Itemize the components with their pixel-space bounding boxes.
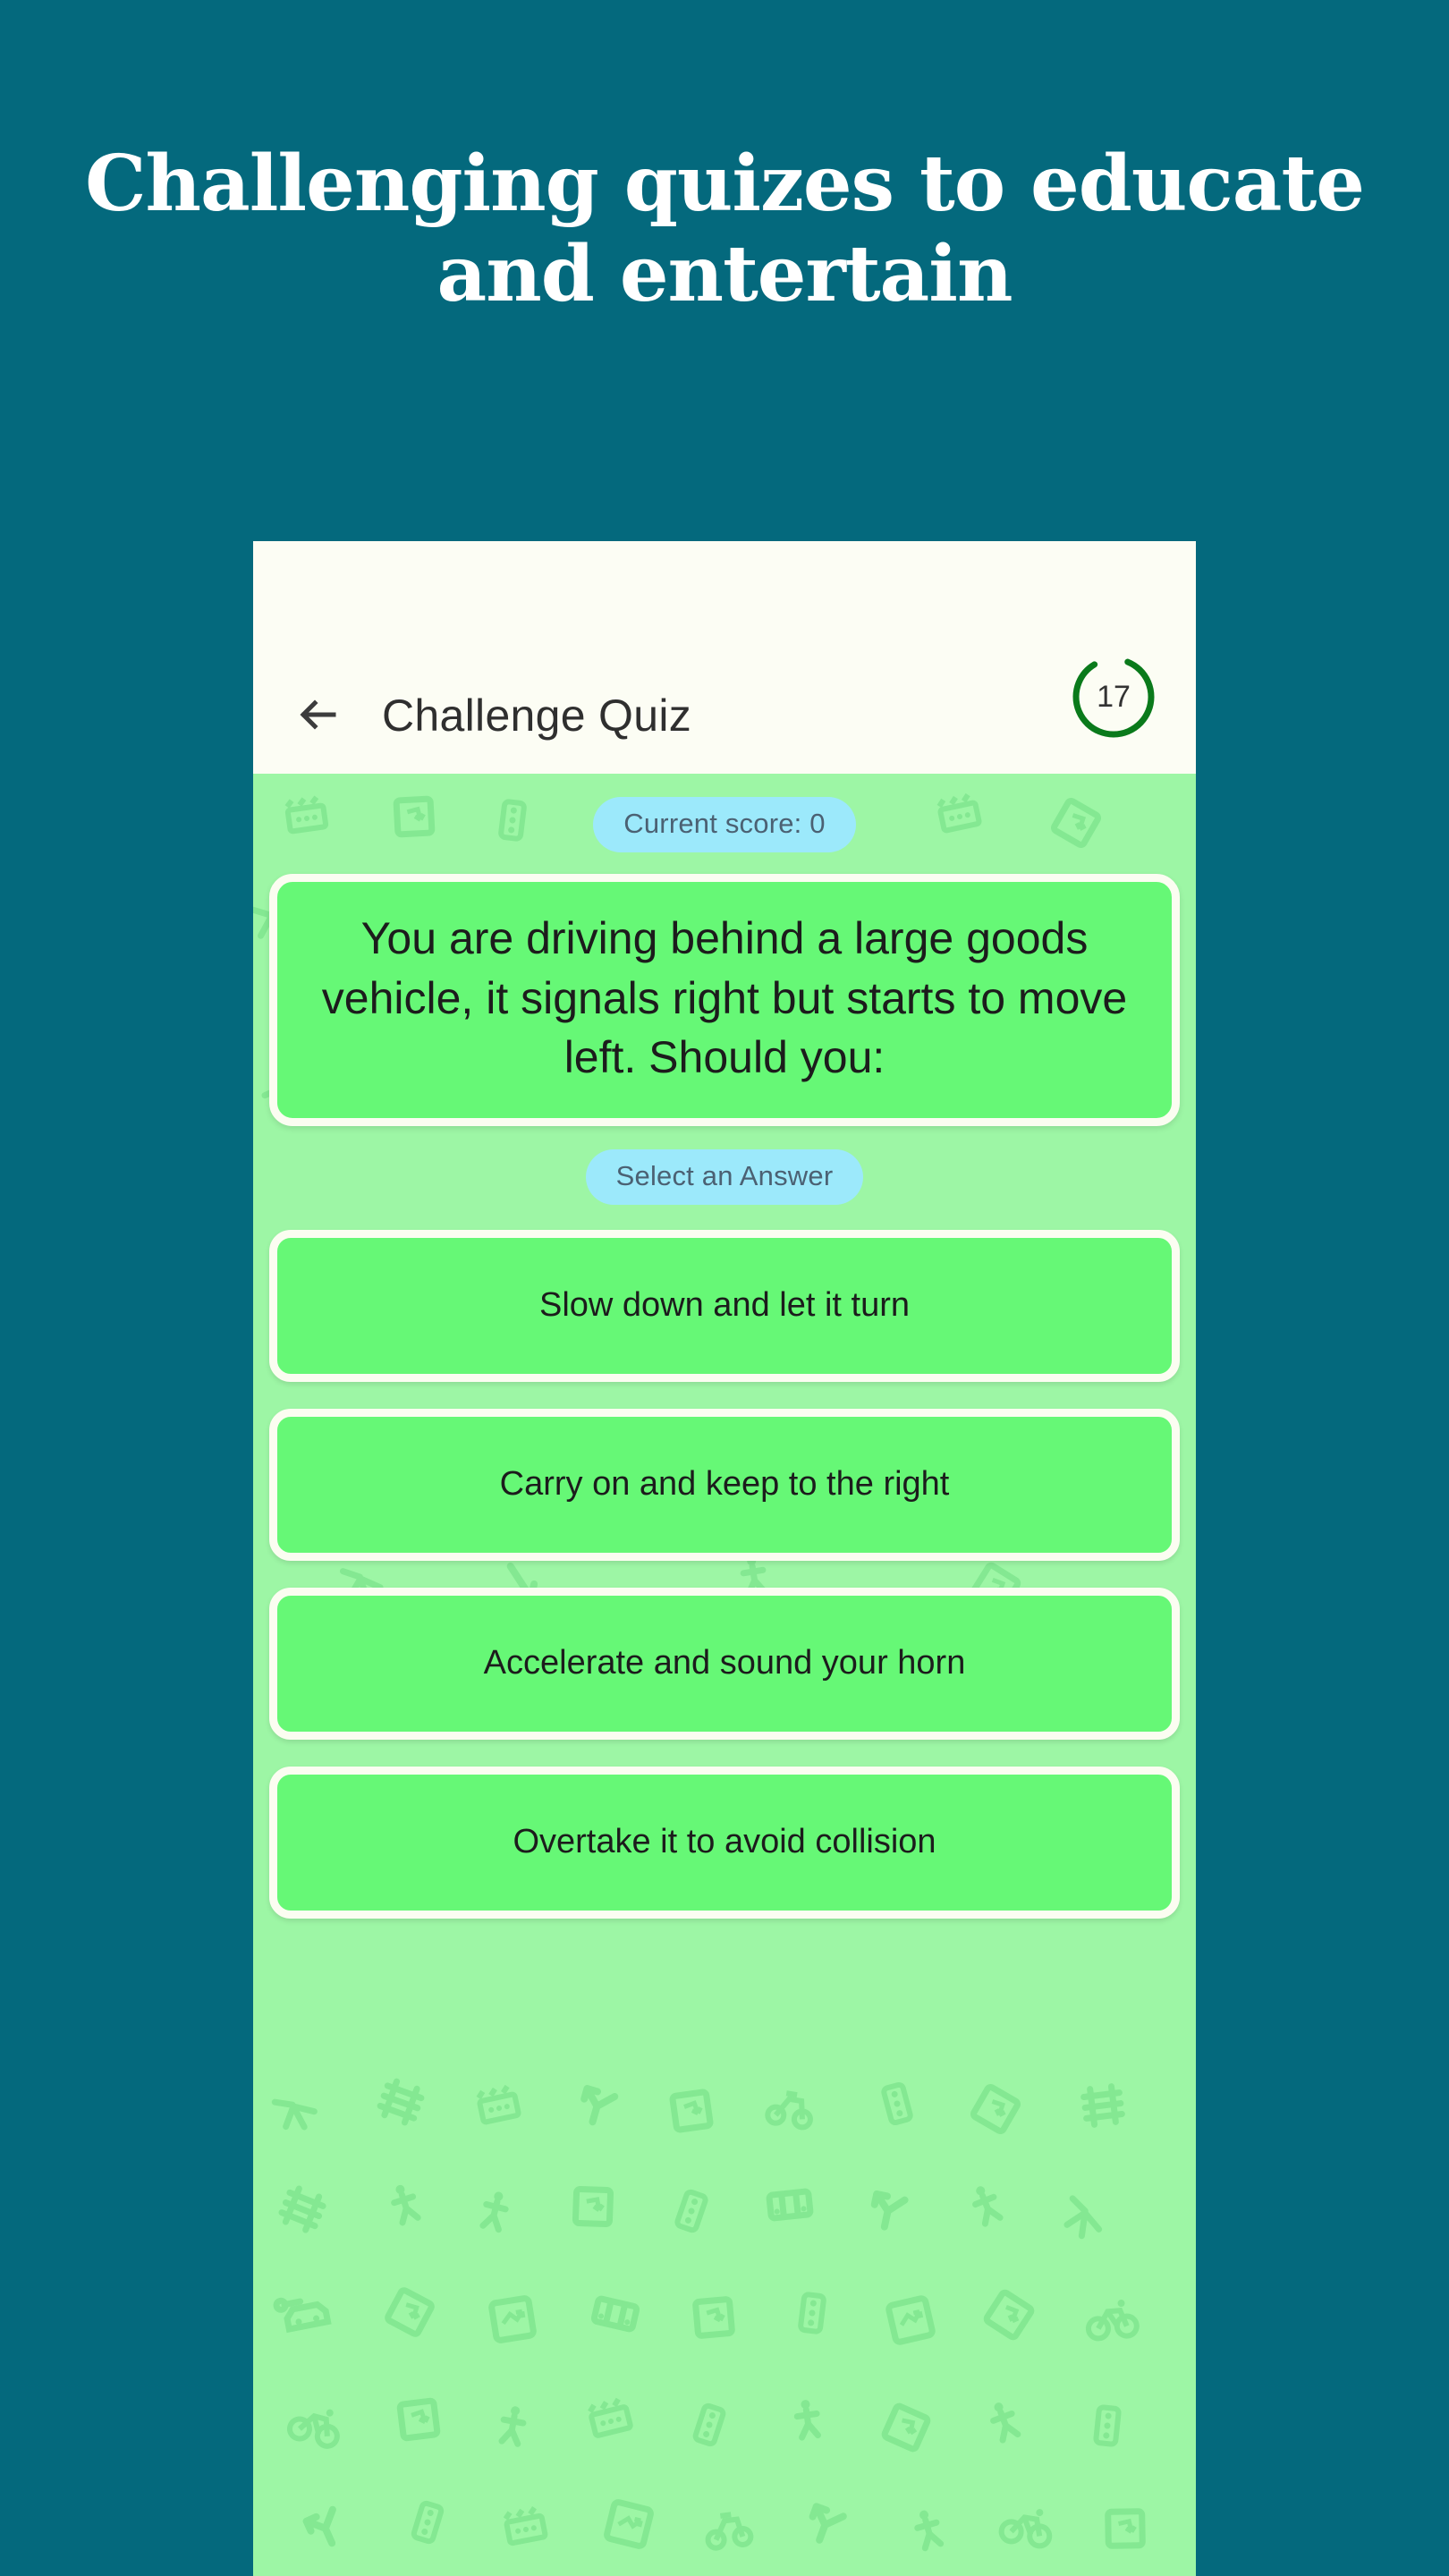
app-bar: Challenge Quiz 17 <box>253 541 1196 774</box>
timer-value: 17 <box>1097 679 1131 714</box>
quiz-body: Current score: 0 You are driving behind … <box>253 774 1196 2576</box>
pattern-tail-area <box>269 1919 1180 2509</box>
phone-screenshot-card: Challenge Quiz 17 Current score: 0 You a… <box>253 541 1196 2576</box>
answer-option-2[interactable]: Carry on and keep to the right <box>269 1408 1180 1561</box>
arrow-left-icon[interactable] <box>291 688 344 741</box>
circular-timer-icon: 17 <box>1069 652 1158 741</box>
question-card: You are driving behind a large goods veh… <box>269 874 1180 1126</box>
status-badge-select-an-answer: Select an Answer <box>585 1148 864 1205</box>
answer-option-3[interactable]: Accelerate and sound your horn <box>269 1587 1180 1740</box>
answer-option-1[interactable]: Slow down and let it turn <box>269 1229 1180 1382</box>
status-badge-current-score: Current score: 0 <box>593 797 856 852</box>
quiz-content: Current score: 0 You are driving behind … <box>253 774 1196 2509</box>
page-title: Challenge Quiz <box>382 691 692 741</box>
answer-option-4[interactable]: Overtake it to avoid collision <box>269 1766 1180 1919</box>
answer-options-list: Slow down and let it turn Carry on and k… <box>269 1229 1180 1919</box>
promo-headline: Challenging quizes to educate and entert… <box>85 139 1365 320</box>
